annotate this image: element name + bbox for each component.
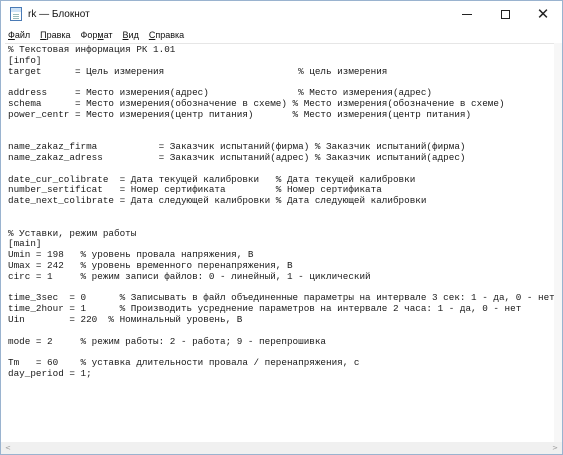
close-icon: ✕: [536, 5, 550, 23]
window-controls: ✕: [448, 1, 562, 27]
menu-edit[interactable]: Правка: [35, 30, 75, 40]
title-bar[interactable]: rk — Блокнот ✕: [1, 1, 562, 27]
maximize-button[interactable]: [486, 1, 524, 27]
menu-file[interactable]: Файл: [1, 30, 35, 40]
text-editor[interactable]: % Текстовая информация РК 1.01 [info] ta…: [5, 43, 554, 442]
close-button[interactable]: ✕: [524, 1, 562, 27]
minimize-icon: [462, 13, 472, 15]
menu-format[interactable]: Формат: [76, 30, 118, 40]
scroll-right-arrow-icon[interactable]: >: [548, 444, 562, 452]
notepad-window: rk — Блокнот ✕ Файл Правка Формат Вид Сп…: [0, 0, 563, 455]
menu-view[interactable]: Вид: [118, 30, 144, 40]
menu-help[interactable]: Справка: [144, 30, 189, 40]
editor-text[interactable]: % Текстовая информация РК 1.01 [info] ta…: [5, 44, 554, 381]
vertical-scrollbar[interactable]: [554, 43, 562, 442]
minimize-button[interactable]: [448, 1, 486, 27]
maximize-icon: [500, 9, 510, 19]
window-title: rk — Блокнот: [28, 8, 90, 20]
menu-bar: Файл Правка Формат Вид Справка: [1, 27, 562, 43]
scroll-left-arrow-icon[interactable]: <: [1, 444, 15, 452]
notepad-icon: [10, 7, 22, 21]
horizontal-scrollbar[interactable]: < >: [1, 442, 562, 454]
